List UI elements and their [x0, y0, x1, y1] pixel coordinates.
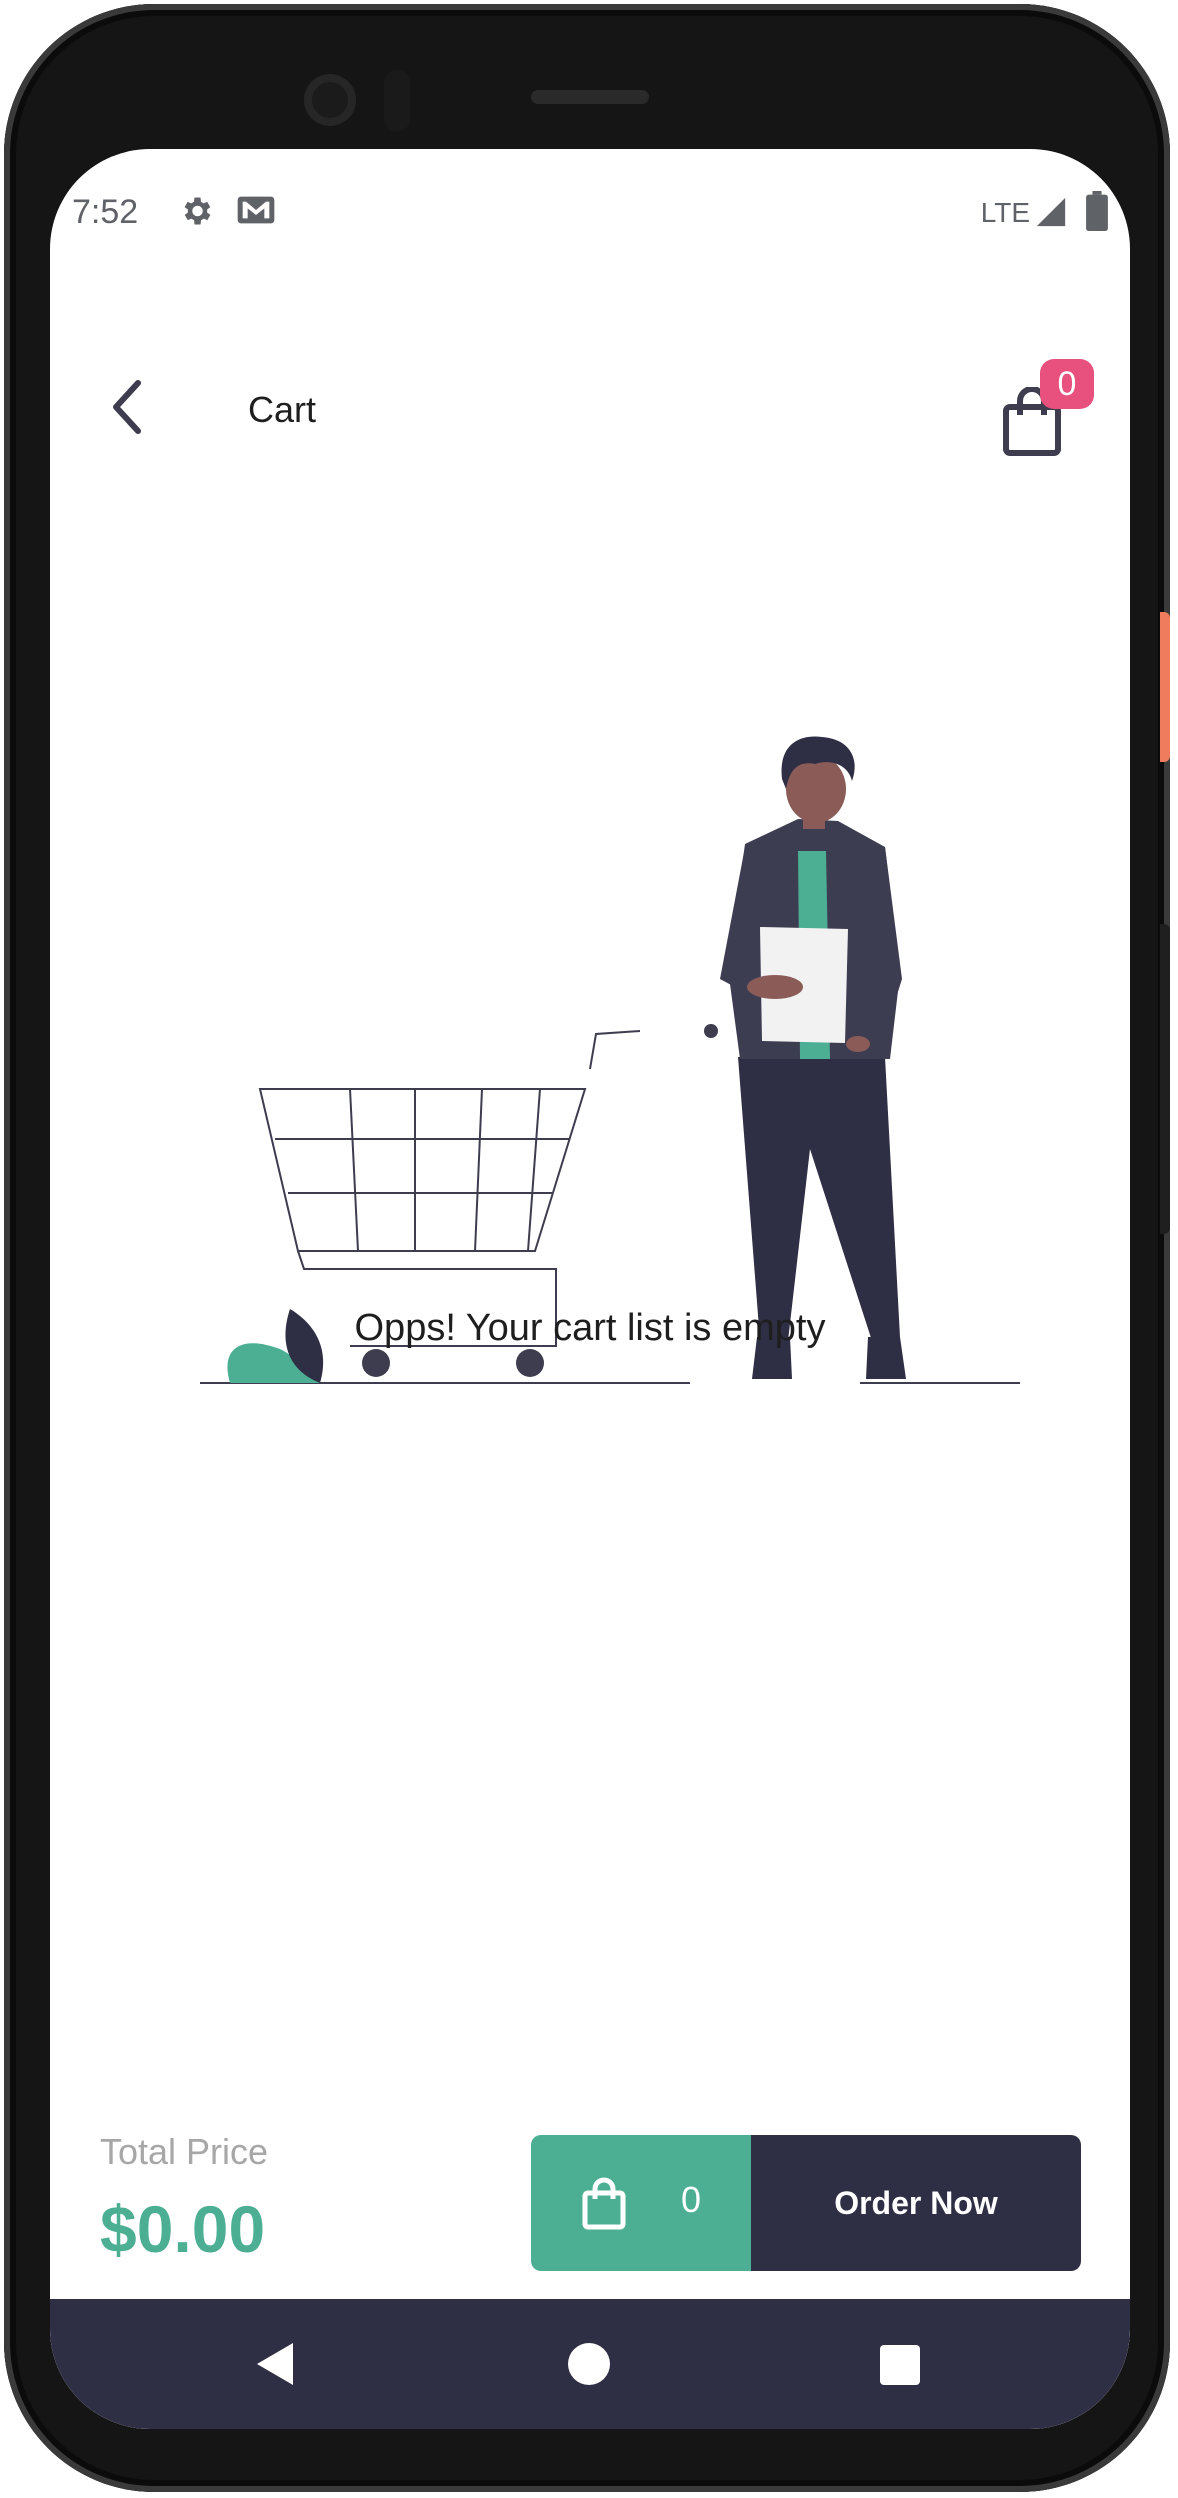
cart-item-count: 0 — [531, 2135, 751, 2271]
back-button[interactable] — [96, 377, 160, 441]
chevron-left-icon — [108, 379, 148, 440]
power-button — [1160, 612, 1170, 762]
screen: 7:52 LTE Cart 0 Opps! Your cart list is … — [50, 149, 1130, 2429]
total-price-label: Total Price — [100, 2131, 269, 2172]
empty-cart-illustration — [200, 589, 1020, 1399]
battery-icon — [1086, 191, 1108, 236]
front-camera — [304, 74, 356, 126]
proximity-sensor — [384, 70, 410, 132]
status-bar: 7:52 LTE — [50, 189, 1130, 239]
cart-badge: 0 — [1040, 359, 1094, 409]
gmail-icon — [236, 193, 276, 232]
app-bar: Cart 0 — [50, 359, 1130, 459]
order-bar: 0 Order Now — [531, 2135, 1081, 2271]
nav-home-icon[interactable] — [568, 2343, 610, 2385]
nav-back-icon[interactable] — [255, 2341, 295, 2392]
order-now-button[interactable]: Order Now — [751, 2135, 1081, 2271]
earpiece-speaker — [531, 90, 649, 104]
page-title: Cart — [248, 389, 317, 430]
system-navigation-bar — [50, 2299, 1130, 2429]
status-time: 7:52 — [72, 193, 139, 231]
item-count-value: 0 — [681, 2179, 702, 2220]
empty-cart-message: Opps! Your cart list is empty — [354, 1307, 826, 1349]
total-price-value: $0.00 — [100, 2192, 266, 2266]
network-type: LTE — [980, 197, 1030, 228]
shopping-bag-icon — [581, 2177, 627, 2236]
volume-button — [1160, 924, 1170, 1234]
gear-icon — [178, 193, 214, 234]
nav-recent-apps-icon[interactable] — [880, 2345, 920, 2385]
signal-icon — [1034, 195, 1068, 234]
device-frame: 7:52 LTE Cart 0 Opps! Your cart list is … — [4, 4, 1170, 2492]
